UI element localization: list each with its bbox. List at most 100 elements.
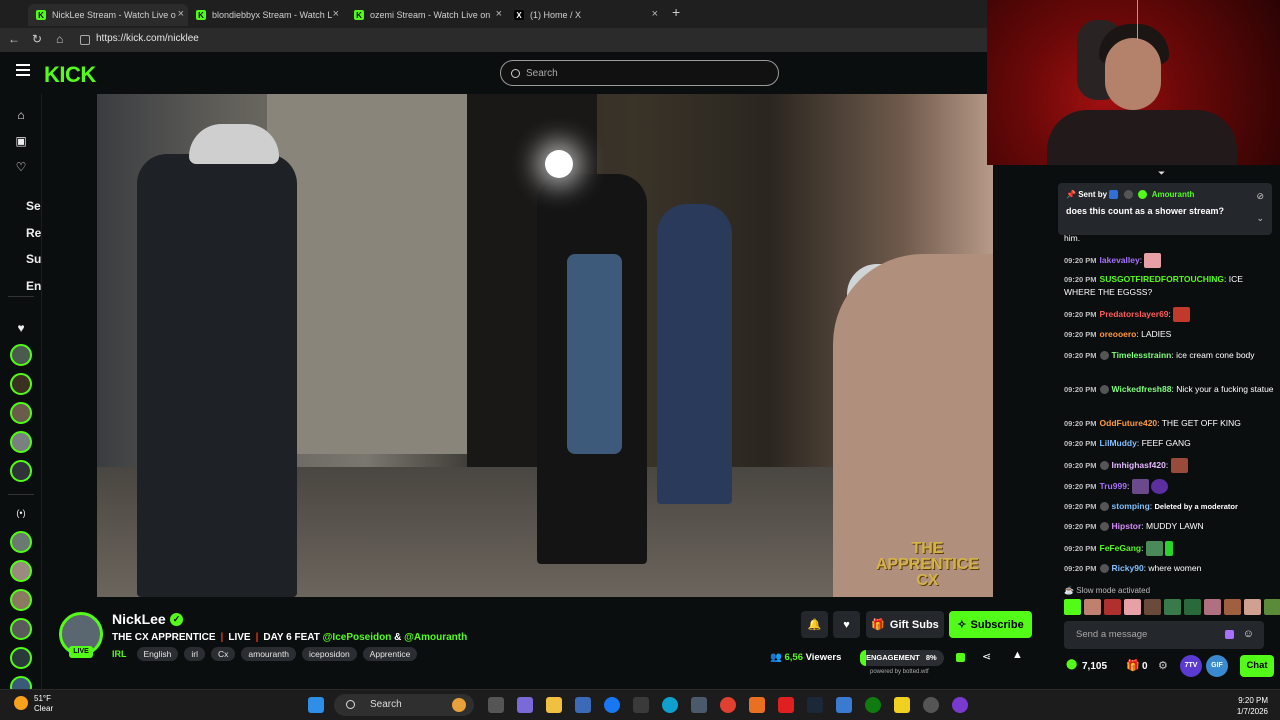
channel-name[interactable]: NickLee [112, 611, 166, 627]
message-user[interactable]: Wickedfresh88 [1112, 384, 1172, 394]
menu-icon[interactable] [16, 64, 30, 76]
message-user[interactable]: Hipstor [1112, 521, 1142, 531]
tag-chip[interactable]: iceposidon [302, 647, 357, 661]
close-tab-icon[interactable]: × [652, 8, 658, 20]
subscribe-button[interactable]: ✧ Subscribe [949, 611, 1032, 638]
message-user[interactable]: lakevalley [1100, 255, 1140, 265]
message-user[interactable]: OddFuture420 [1100, 418, 1158, 428]
steam-icon[interactable] [807, 697, 823, 713]
unpin-icon[interactable]: ⊘ [1256, 191, 1264, 202]
tab-ozemi[interactable]: K ozemi Stream - Watch Live on × [346, 4, 506, 26]
tag-chip[interactable]: Cx [211, 647, 236, 661]
message-user[interactable]: oreooero [1100, 329, 1137, 339]
task-view-icon[interactable] [488, 697, 504, 713]
avatar[interactable] [10, 560, 32, 582]
back-icon[interactable]: ← [8, 32, 20, 46]
category-link[interactable]: IRL [112, 647, 127, 661]
store-icon[interactable] [575, 697, 591, 713]
avatar[interactable] [10, 431, 32, 453]
tab-blondiebbyx[interactable]: K blondiebbyx Stream - Watch L × [188, 4, 343, 26]
7tv-button[interactable]: 7TV [1180, 655, 1202, 677]
chevron-down-icon[interactable]: ⌄ [1256, 213, 1264, 224]
tag-chip[interactable]: amouranth [241, 647, 297, 661]
collapse-pin-icon[interactable]: ⏷ [1158, 168, 1165, 179]
emote-icon[interactable] [1144, 599, 1161, 615]
avatar[interactable] [10, 618, 32, 640]
tag-chip[interactable]: irl [184, 647, 205, 661]
system-clock[interactable]: 9:20 PM 1/7/2026 [1237, 695, 1268, 717]
message-user[interactable]: FeFeGang [1100, 543, 1142, 553]
app-icon[interactable] [836, 697, 852, 713]
points-count[interactable]: 7,105 [1082, 661, 1107, 672]
message-user[interactable]: Tru999 [1100, 481, 1127, 491]
video-player[interactable]: THE APPRENTICE CX [97, 94, 993, 597]
message-user[interactable]: stomping [1112, 501, 1150, 511]
youtube-icon[interactable] [778, 697, 794, 713]
facebook-icon[interactable] [604, 697, 620, 713]
message-user[interactable]: LilMuddy [1100, 438, 1137, 448]
home-icon[interactable]: ⌂ [14, 108, 28, 122]
mention-link[interactable]: @Amouranth [404, 632, 467, 643]
file-explorer-icon[interactable] [546, 697, 562, 713]
edge-icon[interactable] [662, 697, 678, 713]
avatar[interactable] [10, 531, 32, 553]
chart-icon[interactable] [956, 653, 965, 662]
close-tab-icon[interactable]: × [333, 8, 339, 20]
gear-icon[interactable]: ⚙ [1158, 659, 1168, 672]
gif-button[interactable]: GIF [1206, 655, 1228, 677]
send-chat-button[interactable]: Chat [1240, 655, 1274, 677]
obs-icon[interactable] [923, 697, 939, 713]
avatar[interactable] [10, 402, 32, 424]
follow-button[interactable]: ♥ [833, 611, 860, 638]
emote-icon[interactable] [1104, 599, 1121, 615]
avatar[interactable] [10, 460, 32, 482]
avatar[interactable] [10, 647, 32, 669]
following-icon[interactable]: ♡ [14, 160, 28, 174]
emote-icon[interactable] [1204, 599, 1221, 615]
vlc-icon[interactable] [749, 697, 765, 713]
message-user[interactable]: SUSGOTFIREDFORTOUCHING [1100, 274, 1225, 284]
calculator-icon[interactable] [691, 697, 707, 713]
share-icon[interactable]: ⋖ [982, 650, 991, 663]
emote-icon[interactable] [1184, 599, 1201, 615]
home-icon[interactable]: ⌂ [56, 32, 63, 46]
notes-icon[interactable] [894, 697, 910, 713]
notification-bell-button[interactable]: 🔔 [801, 611, 828, 638]
kick-emote-icon[interactable] [1225, 630, 1234, 639]
sidebar-section[interactable]: Su [26, 252, 41, 266]
emote-icon[interactable] [1264, 599, 1280, 615]
emote-icon[interactable] [1224, 599, 1241, 615]
sidebar-section[interactable]: Re [26, 226, 41, 240]
emote-icon[interactable] [1244, 599, 1261, 615]
avatar[interactable] [10, 373, 32, 395]
chrome-icon[interactable] [720, 697, 736, 713]
tag-chip[interactable]: English [136, 647, 179, 661]
weather-widget[interactable]: 51°F Clear [14, 694, 53, 714]
avatar[interactable] [10, 344, 32, 366]
url-field[interactable]: https://kick.com/nicklee [96, 33, 199, 44]
app-icon[interactable] [952, 697, 968, 713]
pinned-username[interactable]: Amouranth [1152, 190, 1195, 199]
new-tab-button[interactable]: + [672, 4, 680, 20]
emote-icon[interactable] [1084, 599, 1101, 615]
tab-nicklee[interactable]: K NickLee Stream - Watch Live o × [28, 4, 188, 26]
amazon-icon[interactable] [633, 697, 649, 713]
report-icon[interactable]: ▲ [1012, 649, 1023, 661]
reload-icon[interactable]: ↻ [32, 32, 42, 46]
gift-subs-button[interactable]: 🎁 Gift Subs [866, 611, 944, 638]
message-user[interactable]: Ricky90 [1112, 563, 1144, 573]
emote-icon[interactable] [1064, 599, 1081, 615]
browse-icon[interactable]: ▣ [14, 134, 28, 148]
tag-chip[interactable]: Apprentice [362, 647, 418, 661]
sidebar-section[interactable]: Se [26, 199, 41, 213]
site-info-icon[interactable] [80, 35, 90, 45]
chat-message-input[interactable]: Send a message ☺ [1064, 621, 1264, 649]
emoji-picker-icon[interactable]: ☺ [1243, 628, 1254, 640]
taskbar-search[interactable]: Search [334, 694, 474, 716]
message-user[interactable]: Predatorslayer69 [1100, 309, 1169, 319]
tab-x-home[interactable]: X (1) Home / X × [506, 4, 662, 26]
message-user[interactable]: Timelesstrainn [1112, 350, 1172, 360]
avatar[interactable] [10, 589, 32, 611]
pinned-message[interactable]: 📌 Sent by Amouranth does this count as a… [1058, 183, 1272, 235]
search-input[interactable]: Search [500, 60, 779, 86]
